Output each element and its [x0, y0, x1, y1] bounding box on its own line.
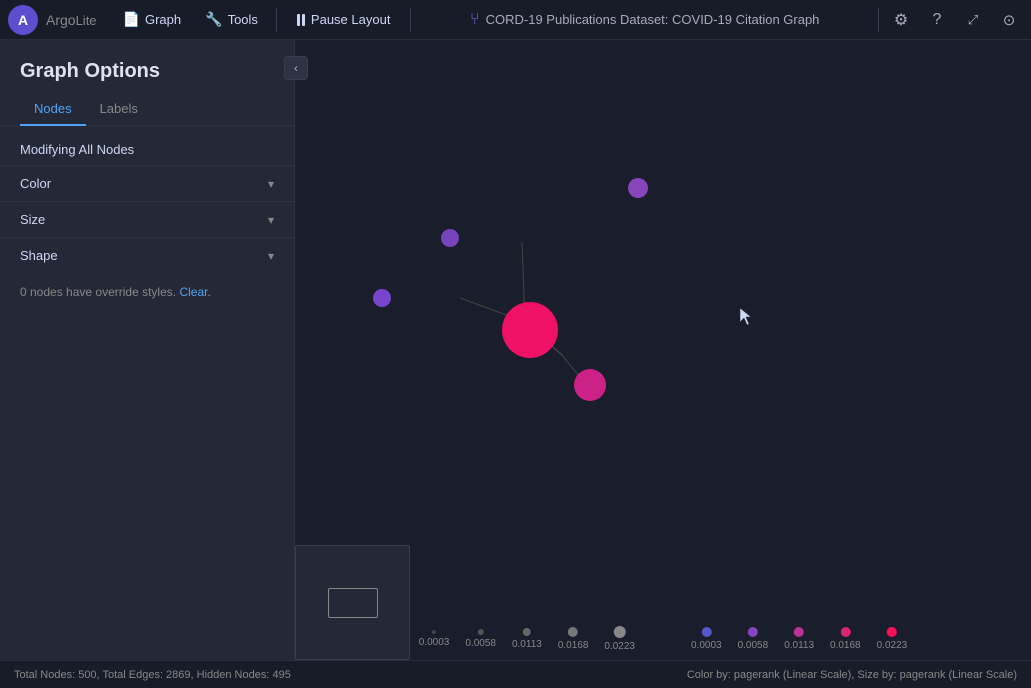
shape-label: Shape — [20, 248, 58, 263]
color-label: Color — [20, 176, 51, 191]
sidebar-title: Graph Options — [0, 40, 294, 93]
size-label: Size — [20, 212, 45, 227]
graph-canvas-area[interactable]: 0.0003 0.0058 0.0113 0.0168 0.0223 — [295, 40, 1031, 660]
legend-item: 0.0003 — [419, 630, 450, 648]
legend-item: 0.0168 — [558, 627, 589, 651]
document-icon: 📄 — [123, 11, 140, 28]
legend-item: 0.0058 — [465, 629, 496, 649]
settings-button[interactable]: ⚙ — [887, 6, 915, 34]
legend-size-dot — [568, 627, 578, 637]
legend-color-dot — [887, 627, 897, 637]
clear-override-link[interactable]: Clear. — [179, 285, 210, 299]
shape-option[interactable]: Shape ▾ — [0, 237, 294, 273]
wrench-icon: 🔧 — [205, 11, 222, 28]
status-bar: Total Nodes: 500, Total Edges: 2869, Hid… — [0, 660, 1031, 688]
tools-menu-item[interactable]: 🔧 Tools — [195, 6, 268, 33]
legend-value: 0.0223 — [604, 641, 635, 652]
dataset-icon: ⑂ — [470, 11, 480, 29]
minimap-viewport — [328, 588, 378, 618]
legend-value: 0.0168 — [558, 640, 589, 651]
legend-value: 0.0058 — [465, 638, 496, 649]
legend-color-dot — [748, 627, 758, 637]
nav-actions: ⚙ ? ⤢ ⊙ — [887, 6, 1023, 34]
legend-value: 0.0168 — [830, 640, 861, 651]
tab-labels[interactable]: Labels — [86, 93, 152, 126]
chevron-down-icon: ▾ — [268, 213, 274, 227]
pause-layout-button[interactable]: Pause Layout — [285, 7, 403, 32]
nav-divider-1 — [276, 8, 277, 32]
override-text: 0 nodes have override styles. Clear. — [0, 273, 294, 303]
help-button[interactable]: ? — [923, 6, 951, 34]
pause-icon — [297, 14, 305, 26]
legend-value: 0.0223 — [877, 640, 908, 651]
legend-color-dot — [840, 627, 850, 637]
legend-item: 0.0058 — [738, 627, 769, 651]
app-brand: ArgoLite — [46, 12, 97, 28]
sidebar-tabs: Nodes Labels — [0, 93, 294, 126]
legend-item: 0.0223 — [604, 626, 635, 652]
graph-node[interactable] — [373, 289, 391, 307]
legend-color-dot — [794, 627, 804, 637]
nav-divider-2 — [410, 8, 411, 32]
sidebar-panel: ‹ Graph Options Nodes Labels Modifying A… — [0, 40, 295, 660]
legend-value: 0.0113 — [512, 639, 542, 650]
minimize-button[interactable]: ⤢ — [959, 6, 987, 34]
legend-size-dot — [432, 630, 436, 634]
legend-size-dot — [478, 629, 484, 635]
color-option[interactable]: Color ▾ — [0, 165, 294, 201]
github-button[interactable]: ⊙ — [995, 6, 1023, 34]
nodes-info: Total Nodes: 500, Total Edges: 2869, Hid… — [14, 669, 291, 681]
legend-size-dot — [614, 626, 626, 638]
color-info: Color by: pagerank (Linear Scale), Size … — [687, 669, 1017, 681]
legend-color-dot — [701, 627, 711, 637]
tab-nodes[interactable]: Nodes — [20, 93, 86, 126]
legend-value: 0.0003 — [419, 637, 450, 648]
chevron-down-icon: ▾ — [268, 177, 274, 191]
graph-node[interactable] — [574, 369, 606, 401]
legend-size-dot — [523, 628, 531, 636]
legend-item: 0.0003 — [691, 627, 722, 651]
legend-item: 0.0168 — [830, 627, 861, 651]
legend-value: 0.0113 — [784, 640, 814, 651]
size-option[interactable]: Size ▾ — [0, 201, 294, 237]
top-navigation: A ArgoLite 📄 Graph 🔧 Tools Pause Layout … — [0, 0, 1031, 40]
nav-divider-3 — [878, 8, 879, 32]
legend-item: 0.0223 — [877, 627, 908, 651]
legend-value: 0.0058 — [738, 640, 769, 651]
legend: 0.0003 0.0058 0.0113 0.0168 0.0223 — [419, 626, 907, 652]
graph-node[interactable] — [502, 302, 558, 358]
legend-item: 0.0113 — [784, 627, 814, 651]
modifying-label: Modifying All Nodes — [0, 138, 294, 165]
graph-node[interactable] — [441, 229, 459, 247]
sidebar-collapse-button[interactable]: ‹ — [284, 56, 308, 80]
chevron-down-icon: ▾ — [268, 249, 274, 263]
dataset-label: ⑂ CORD-19 Publications Dataset: COVID-19… — [419, 11, 870, 29]
minimap[interactable] — [295, 545, 410, 660]
graph-node[interactable] — [628, 178, 648, 198]
graph-menu-item[interactable]: 📄 Graph — [113, 6, 192, 33]
app-logo: A — [8, 5, 38, 35]
legend-item: 0.0113 — [512, 628, 542, 650]
legend-value: 0.0003 — [691, 640, 722, 651]
size-legend-row: 0.0003 0.0058 0.0113 0.0168 0.0223 — [419, 626, 907, 652]
